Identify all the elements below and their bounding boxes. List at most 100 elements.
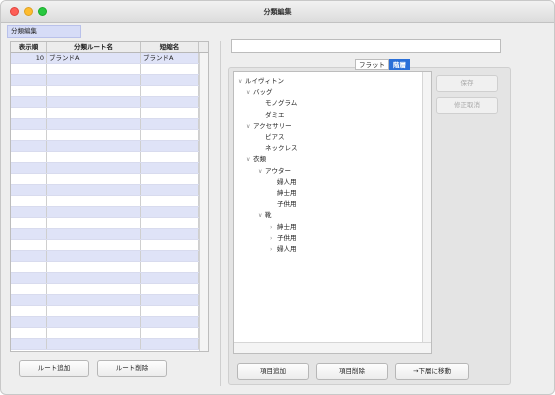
table-cell-short-name (141, 130, 199, 140)
table-cell-short-name: ブランドA (141, 53, 199, 63)
pane-divider[interactable] (220, 41, 221, 386)
view-flat-option[interactable]: フラット (355, 59, 389, 70)
table-row[interactable] (11, 64, 208, 75)
table-row[interactable] (11, 97, 208, 108)
tree-node-label: 紳士用 (277, 222, 297, 231)
chevron-right-icon[interactable]: › (270, 245, 277, 254)
add-root-button[interactable]: ルート追加 (19, 360, 89, 377)
table-cell-order (11, 152, 47, 162)
table-row[interactable] (11, 174, 208, 185)
category-root-table: 表示順 分類ルート名 短縮名 10 ブランドA ブランドA (10, 41, 209, 352)
table-row[interactable] (11, 273, 208, 284)
tree-node[interactable]: › 子供用 (270, 234, 297, 243)
table-row[interactable] (11, 196, 208, 207)
table-row[interactable] (11, 163, 208, 174)
table-row[interactable] (11, 185, 208, 196)
tree-node[interactable]: ∨ アクセサリー (246, 122, 292, 131)
table-row[interactable] (11, 339, 208, 350)
table-row[interactable] (11, 317, 208, 328)
table-cell-short-name (141, 251, 199, 261)
tree-node[interactable]: › 紳士用 (270, 223, 297, 232)
table-cell-order (11, 328, 47, 338)
tree-node[interactable]: ∨ バッグ (246, 88, 273, 97)
chevron-down-icon[interactable]: ∨ (258, 167, 265, 176)
column-header-root-name[interactable]: 分類ルート名 (47, 42, 141, 52)
table-row[interactable] (11, 141, 208, 152)
table-row[interactable] (11, 75, 208, 86)
table-row[interactable]: 10 ブランドA ブランドA (11, 53, 208, 64)
table-cell-order (11, 240, 47, 250)
tree-vertical-scrollbar[interactable] (422, 72, 431, 342)
undo-edit-button[interactable]: 修正取消 (436, 97, 498, 114)
table-cell-root-name (47, 251, 141, 261)
table-row[interactable] (11, 108, 208, 119)
category-tree: ∨ ルイヴィトン ∨ バッグモノグラムダミエ ∨ アクセサリー ピアスネックレス ∨ 衣類 ∨ アウ… (233, 71, 432, 354)
table-cell-order (11, 141, 47, 151)
table-row[interactable] (11, 229, 208, 240)
tree-horizontal-scrollbar[interactable] (234, 342, 431, 353)
table-cell-short-name (141, 185, 199, 195)
chevron-right-icon[interactable]: › (270, 223, 277, 232)
table-row[interactable] (11, 240, 208, 251)
tree-node[interactable]: モノグラム (258, 99, 297, 108)
table-row[interactable] (11, 86, 208, 97)
category-name-field[interactable] (231, 39, 501, 53)
table-row[interactable] (11, 218, 208, 229)
chevron-down-icon[interactable]: ∨ (246, 88, 253, 97)
move-to-lower-level-button[interactable]: →下層に移動 (395, 363, 469, 380)
delete-item-button[interactable]: 項目削除 (316, 363, 388, 380)
delete-root-button[interactable]: ルート削除 (97, 360, 167, 377)
table-row[interactable] (11, 119, 208, 130)
table-row[interactable] (11, 262, 208, 273)
tree-node[interactable]: › 婦人用 (270, 245, 297, 254)
table-cell-order (11, 75, 47, 85)
table-row[interactable] (11, 284, 208, 295)
chevron-down-icon[interactable]: ∨ (258, 211, 265, 220)
column-header-short-name[interactable]: 短縮名 (141, 42, 199, 52)
chevron-down-icon[interactable]: ∨ (246, 122, 253, 131)
save-button[interactable]: 保存 (436, 75, 498, 92)
table-cell-order (11, 295, 47, 305)
tree-node[interactable]: ∨ ルイヴィトン (238, 77, 284, 86)
tree-node[interactable]: ネックレス (258, 144, 298, 153)
table-cell-short-name (141, 108, 199, 118)
table-row[interactable] (11, 152, 208, 163)
table-cell-short-name (141, 339, 199, 349)
column-header-order[interactable]: 表示順 (11, 42, 47, 52)
table-cell-root-name (47, 119, 141, 129)
tree-node[interactable]: ∨ 靴 (258, 211, 272, 220)
table-cell-short-name (141, 163, 199, 173)
table-cell-root-name (47, 207, 141, 217)
tree-node[interactable]: ダミエ (258, 111, 285, 120)
table-row[interactable] (11, 207, 208, 218)
tree-node[interactable]: 婦人用 (270, 178, 297, 187)
view-hierarchy-option[interactable]: 階層 (389, 59, 410, 70)
tree-node[interactable]: ∨ アウター (258, 167, 291, 176)
table-row[interactable] (11, 295, 208, 306)
table-row[interactable] (11, 306, 208, 317)
table-cell-order (11, 196, 47, 206)
table-cell-root-name (47, 86, 141, 96)
table-row[interactable] (11, 130, 208, 141)
table-cell-root-name (47, 108, 141, 118)
tree-node[interactable]: 紳士用 (270, 189, 297, 198)
tree-node[interactable]: ピアス (258, 133, 285, 142)
tree-node[interactable]: ∨ 衣類 (246, 155, 266, 164)
tree-node[interactable]: 子供用 (270, 200, 297, 209)
table-body: 10 ブランドA ブランドA (11, 53, 208, 350)
table-cell-root-name (47, 284, 141, 294)
tree-node-label: 子供用 (277, 200, 297, 209)
chevron-down-icon[interactable]: ∨ (246, 155, 253, 164)
table-cell-root-name (47, 97, 141, 107)
table-row[interactable] (11, 328, 208, 339)
table-cell-short-name (141, 229, 199, 239)
table-cell-order (11, 251, 47, 261)
table-cell-order (11, 207, 47, 217)
chevron-down-icon[interactable]: ∨ (238, 77, 245, 86)
table-scrollbar[interactable] (199, 53, 208, 351)
chevron-right-icon[interactable]: › (270, 234, 277, 243)
add-item-button[interactable]: 項目追加 (237, 363, 309, 380)
table-cell-short-name (141, 141, 199, 151)
tab-category-edit[interactable]: 分類編集 (7, 25, 81, 38)
table-row[interactable] (11, 251, 208, 262)
